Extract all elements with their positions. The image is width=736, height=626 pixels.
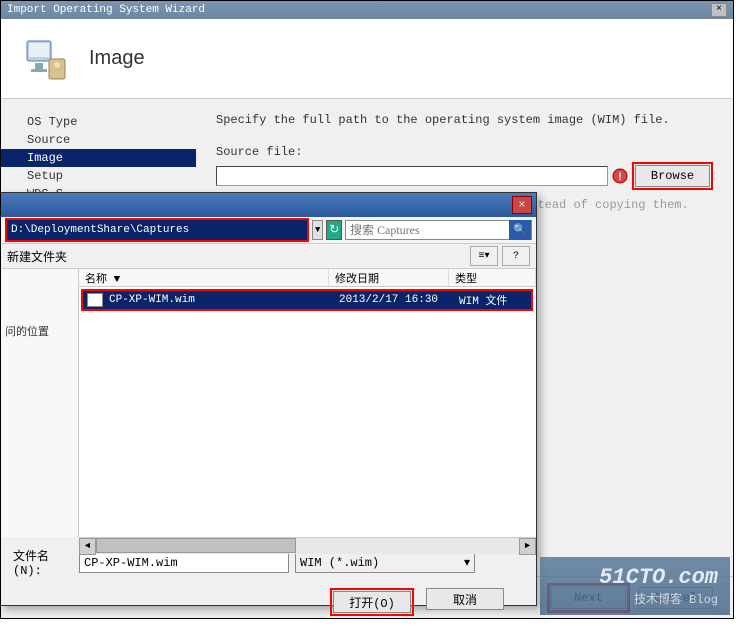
file-date: 2013/2/17 16:30 — [333, 294, 453, 306]
wizard-titlebar: Import Operating System Wizard × — [1, 1, 733, 19]
scroll-thumb[interactable] — [96, 538, 296, 553]
filetype-select[interactable]: WIM (*.wim) ▾ — [295, 553, 475, 573]
file-name: CP-XP-WIM.wim — [107, 294, 333, 306]
close-icon[interactable]: × — [711, 3, 727, 17]
chevron-down-icon: ▾ — [464, 555, 470, 570]
filedlg-navbar: D:\DeploymentShare\Captures ▼ ↻ 🔍 — [1, 217, 536, 243]
scroll-left-icon[interactable]: ◄ — [79, 538, 96, 555]
sidebar-item-image[interactable]: Image — [1, 149, 196, 167]
error-icon: ! — [612, 168, 628, 184]
svg-text:!: ! — [617, 172, 624, 184]
filename-label: 文件名(N): — [13, 547, 73, 578]
col-name[interactable]: 名称 ▼ — [79, 269, 329, 286]
places-text: 问的位置 — [5, 323, 74, 339]
scroll-right-icon[interactable]: ► — [519, 538, 536, 555]
page-title: Image — [89, 47, 145, 70]
wizard-header: Image — [1, 19, 733, 99]
source-file-label: Source file: — [216, 145, 713, 159]
col-date[interactable]: 修改日期 — [329, 269, 449, 286]
sidebar-item-source[interactable]: Source — [1, 131, 196, 149]
col-type[interactable]: 类型 — [449, 269, 536, 286]
search-input[interactable] — [346, 223, 509, 238]
file-row[interactable]: CP-XP-WIM.wim 2013/2/17 16:30 WIM 文件 — [83, 291, 531, 309]
horizontal-scrollbar[interactable]: ◄ ► — [79, 537, 536, 554]
sidebar-item-ostype[interactable]: OS Type — [1, 113, 196, 131]
filename-input[interactable] — [79, 553, 289, 573]
filedlg-titlebar: × — [1, 193, 536, 217]
watermark-sub: 技术博客 Blog — [552, 590, 718, 607]
wizard-title: Import Operating System Wizard — [7, 4, 205, 16]
file-type: WIM 文件 — [453, 292, 531, 308]
browse-button[interactable]: Browse — [635, 165, 710, 187]
filedlg-close-icon[interactable]: × — [512, 196, 532, 214]
help-icon[interactable]: ? — [502, 246, 530, 266]
watermark-logo: 51CTO.com — [552, 565, 718, 590]
open-button[interactable]: 打开(O) — [333, 591, 411, 613]
image-icon — [21, 35, 69, 83]
instruction-text: Specify the full path to the operating s… — [216, 113, 713, 127]
file-icon — [87, 293, 103, 307]
filedlg-toolbar: 新建文件夹 ≡▾ ? — [1, 243, 536, 269]
sidebar-item-setup[interactable]: Setup — [1, 167, 196, 185]
places-panel: 问的位置 — [1, 269, 79, 537]
list-header: 名称 ▼ 修改日期 类型 — [79, 269, 536, 287]
view-mode-icon[interactable]: ≡▾ — [470, 246, 498, 266]
path-dropdown-icon[interactable]: ▼ — [312, 220, 323, 240]
file-list: 名称 ▼ 修改日期 类型 CP-XP-WIM.wim 2013/2/17 16:… — [79, 269, 536, 537]
filetype-label: WIM (*.wim) — [300, 556, 379, 570]
filedlg-cancel-button[interactable]: 取消 — [426, 588, 504, 610]
search-box: 🔍 — [345, 220, 532, 240]
filedlg-body: 问的位置 名称 ▼ 修改日期 类型 CP-XP-WIM.wim 2013/2/1… — [1, 269, 536, 537]
refresh-icon[interactable]: ↻ — [326, 220, 342, 240]
source-file-input[interactable] — [216, 166, 608, 186]
search-icon[interactable]: 🔍 — [509, 220, 531, 240]
file-open-dialog: × D:\DeploymentShare\Captures ▼ ↻ 🔍 新建文件… — [0, 192, 537, 606]
path-input[interactable]: D:\DeploymentShare\Captures — [7, 220, 307, 240]
new-folder-button[interactable]: 新建文件夹 — [7, 248, 67, 265]
watermark: 51CTO.com 技术博客 Blog — [540, 557, 730, 615]
